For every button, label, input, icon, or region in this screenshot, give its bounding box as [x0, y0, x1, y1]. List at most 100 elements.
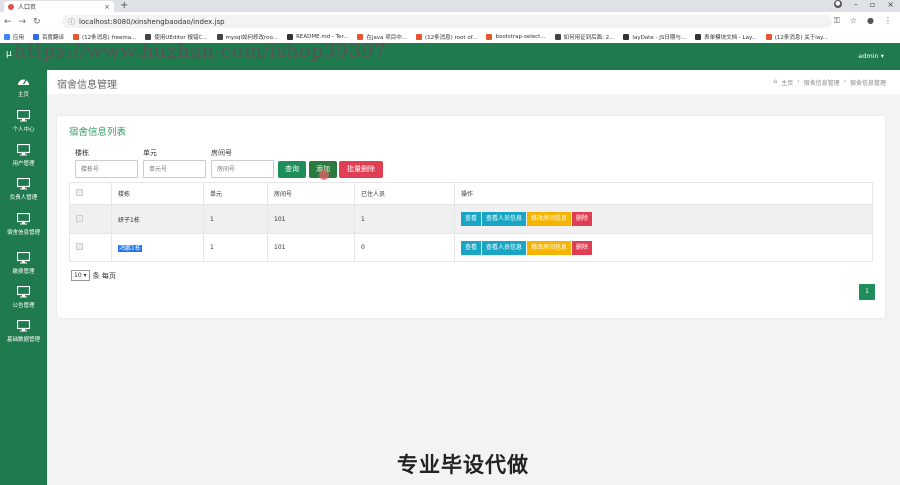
bookmark-favicon-icon — [765, 34, 772, 40]
home-icon: ⌂ — [773, 78, 778, 85]
bookmark-favicon-icon — [554, 34, 561, 40]
back-icon[interactable]: ← — [4, 17, 12, 27]
sidebar-item[interactable]: 缴费管理 — [0, 252, 47, 275]
monitor-icon — [0, 178, 47, 190]
bookmark-item[interactable]: 表单模块文档 - Lay... — [695, 33, 757, 41]
page-size-suffix: 条 每页 — [92, 271, 116, 280]
unit-input[interactable] — [143, 160, 206, 178]
sidebar-item-label: 主页 — [17, 92, 29, 98]
bookmark-item[interactable]: bootstrap-select... — [486, 34, 546, 40]
watermark-text: https://www.huzhan.com/ishop39397 — [14, 40, 387, 62]
sidebar-item[interactable]: 用户管理 — [0, 144, 47, 167]
page-size-select[interactable]: 10 ▾ — [71, 270, 90, 281]
close-tab-icon[interactable]: × — [104, 3, 110, 11]
breadcrumb: ⌂ 主页 › 宿舍信息管理 › 宿舍信息管理 — [773, 78, 886, 87]
close-window-icon[interactable]: × — [887, 0, 894, 9]
filter-bar: 楼栋 单元 房间号 — [75, 148, 279, 178]
key-icon[interactable]: ⚿ — [834, 16, 840, 26]
bookmark-label: (12条消息) root of... — [425, 35, 478, 41]
breadcrumb-home[interactable]: 主页 — [781, 78, 793, 87]
bookmark-favicon-icon — [623, 34, 630, 40]
building-input[interactable] — [75, 160, 138, 178]
select-all-checkbox[interactable] — [76, 189, 83, 196]
actions-cell: 查看 查看人员信息 修改房间信息 删除 — [454, 233, 873, 262]
bookmark-item[interactable]: (12条消息) 关于lay... — [765, 33, 828, 41]
room-cell: 101 — [267, 204, 355, 234]
tab-favicon-icon — [8, 3, 14, 10]
bookmark-star-icon[interactable]: ☆ — [850, 16, 857, 26]
bookmark-item[interactable]: 如何用证到后面: 2... — [554, 33, 614, 41]
building-cell: 鸿鹏1栋 — [111, 233, 204, 262]
actions-cell: 查看 查看人员信息 修改房间信息 删除 — [454, 204, 873, 234]
filter-building: 楼栋 — [75, 148, 143, 178]
edit-room-button[interactable]: 修改房间信息 — [527, 212, 572, 226]
bookmark-item[interactable]: (12条消息) root of... — [416, 33, 477, 41]
sidebar-item-label: 缴费管理 — [12, 269, 35, 275]
bookmark-favicon-icon — [416, 34, 422, 40]
new-tab-icon[interactable]: + — [120, 0, 128, 11]
table-header-row: 楼栋 单元 房间号 已住人员 操作 — [69, 182, 873, 205]
bookmark-label: bootstrap-select... — [495, 34, 546, 40]
sidebar-item[interactable]: 个人中心 — [0, 110, 47, 133]
tab-title: 人口页 — [18, 4, 37, 11]
filter-label: 单元 — [143, 149, 157, 157]
brand-logo: μ — [6, 49, 12, 59]
breadcrumb-separator-icon: › — [797, 78, 800, 85]
view-people-button[interactable]: 查看人员信息 — [482, 240, 527, 255]
url-text: localhost:8080/xinshengbaodao/index.jsp — [79, 17, 225, 26]
bookmark-label: 表单模块文档 - Lay... — [704, 35, 757, 41]
dorm-table: 楼栋 单元 房间号 已住人员 操作 妍子1栋 1 101 1 查看 查看人员信息… — [69, 182, 873, 262]
sidebar-item[interactable]: 基础数据管理 — [0, 320, 47, 343]
table-row: 鸿鹏1栋 1 101 0 查看 查看人员信息 修改房间信息 删除 — [69, 233, 873, 262]
forward-icon[interactable]: → — [19, 17, 27, 27]
profile-avatar-icon[interactable]: ● — [867, 16, 874, 26]
view-button[interactable]: 查看 — [461, 240, 482, 255]
select-all-cell — [69, 182, 112, 205]
menu-icon[interactable]: ⋮ — [884, 16, 892, 26]
maximize-icon[interactable]: ▫ — [870, 0, 875, 9]
sidebar-item[interactable]: 主页 — [0, 76, 47, 98]
monitor-icon — [0, 144, 47, 156]
breadcrumb-section[interactable]: 宿舍信息管理 — [804, 78, 840, 87]
room-input[interactable] — [211, 160, 274, 178]
building-cell: 妍子1栋 — [111, 204, 204, 234]
row-checkbox[interactable] — [76, 214, 83, 222]
delete-button[interactable]: 删除 — [572, 212, 593, 226]
view-people-button[interactable]: 查看人员信息 — [482, 212, 527, 226]
bookmark-item[interactable]: layDate - JS日期与... — [623, 33, 686, 41]
mouse-cursor-icon — [319, 170, 329, 180]
minimize-icon[interactable]: – — [854, 0, 858, 9]
page-title: 宿舍信息管理 — [57, 80, 117, 91]
selected-building-text: 鸿鹏1栋 — [118, 245, 142, 252]
site-info-icon[interactable]: ⓘ — [68, 17, 75, 27]
filter-room: 房间号 — [211, 148, 279, 178]
sidebar-item-label: 个人中心 — [12, 127, 35, 133]
profile-icon[interactable]: ● — [833, 0, 842, 8]
browser-tab[interactable]: 人口页 × — [4, 1, 114, 12]
column-header: 单元 — [203, 182, 268, 205]
view-button[interactable]: 查看 — [461, 212, 482, 226]
row-checkbox[interactable] — [76, 243, 83, 250]
dorm-list-panel: 宿舍信息列表 楼栋 单元 房间号 查询 添加 批量删除 楼栋 — [57, 116, 885, 318]
monitor-icon — [0, 252, 47, 264]
url-input[interactable]: ⓘ localhost:8080/xinshengbaodao/index.js… — [62, 15, 832, 28]
sidebar-item[interactable]: 公告管理 — [0, 286, 47, 309]
user-menu[interactable]: admin ▾ — [858, 52, 884, 60]
page-size-value: 10 — [74, 272, 82, 279]
monitor-icon — [0, 110, 47, 122]
batch-delete-button[interactable]: 批量删除 — [339, 161, 383, 178]
edit-room-button[interactable]: 修改房间信息 — [527, 240, 572, 255]
main-content: 宿舍信息管理 ⌂ 主页 › 宿舍信息管理 › 宿舍信息管理 宿舍信息列表 楼栋 … — [47, 70, 900, 485]
sidebar-item[interactable]: 负责人管理 — [0, 178, 47, 201]
query-button[interactable]: 查询 — [278, 161, 306, 178]
browser-tab-bar: 人口页 × + ● – ▫ × — [0, 0, 900, 12]
bookmark-favicon-icon — [695, 34, 702, 40]
monitor-icon — [0, 286, 47, 298]
sidebar-item[interactable]: 宿舍信息管理 — [0, 213, 47, 236]
filter-unit: 单元 — [143, 148, 211, 178]
reload-icon[interactable]: ↻ — [33, 17, 41, 27]
monitor-icon — [0, 213, 47, 225]
row-select-cell — [69, 233, 112, 262]
delete-button[interactable]: 删除 — [572, 240, 593, 255]
page-number-button[interactable]: 1 — [859, 284, 875, 300]
